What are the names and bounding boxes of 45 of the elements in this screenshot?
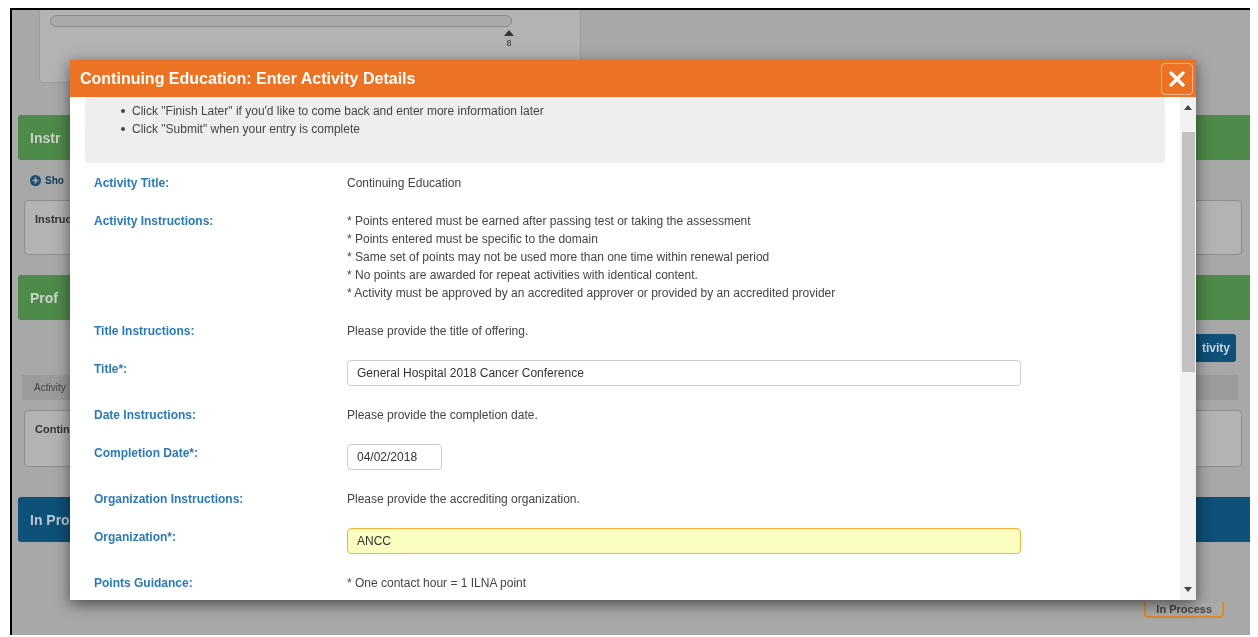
field-text: Please provide the title of offering.: [347, 323, 530, 340]
field-label: Activity Title:: [94, 175, 171, 192]
show-link[interactable]: Sho: [45, 174, 64, 186]
dialog-title: Continuing Education: Enter Activity Details: [80, 69, 416, 88]
section-title: Prof: [30, 289, 58, 306]
column-header: Activity: [34, 382, 66, 393]
field-label: Organization Instructions:: [94, 491, 245, 508]
field-text: * Points entered must be specific to the domain: [347, 231, 599, 248]
field-label: Organization*:: [94, 529, 177, 546]
scroll-down-icon[interactable]: [1184, 587, 1192, 592]
scroll-thumb[interactable]: [1181, 132, 1195, 372]
field-label: Activity Instructions:: [94, 213, 215, 230]
field-text: Continuing Education: [347, 175, 463, 192]
input-field[interactable]: ANCC: [347, 528, 1021, 554]
field-text: * One contact hour = 1 ILNA point: [347, 575, 528, 592]
triangle-marker-icon: [504, 30, 514, 36]
input-field[interactable]: General Hospital 2018 Cancer Conference: [347, 360, 1021, 386]
section-title: Instr: [30, 129, 61, 146]
field-label: Date Instructions:: [94, 407, 197, 424]
field-text: * Same set of points may not be used more than one time within renewal period: [347, 249, 771, 266]
field-text: Please provide the completion date.: [347, 407, 539, 424]
field-text: Please provide the accrediting organization.: [347, 491, 581, 508]
status-button[interactable]: In Process: [1144, 602, 1224, 618]
section-title: In Pro: [30, 511, 70, 528]
close-button[interactable]: [1161, 62, 1193, 95]
close-icon[interactable]: [1169, 70, 1185, 87]
field-label: Title Instructions:: [94, 323, 196, 340]
plus-circle-icon: [30, 174, 41, 186]
field-text: * Activity must be approved by an accredited approver or provided by an accredited provider: [347, 285, 837, 302]
bullet-icon: [121, 109, 125, 113]
field-label: Title*:: [94, 361, 129, 378]
field-label: Completion Date*:: [94, 445, 199, 462]
field-text: * No points are awarded for repeat activities with identical content.: [347, 267, 699, 284]
slider-tick-label: 8: [506, 38, 512, 48]
card-text: Contin: [35, 423, 70, 435]
add-activity-button[interactable]: tivity: [1196, 333, 1236, 362]
card-text: Instruc: [35, 213, 72, 225]
scroll-up-icon[interactable]: [1184, 105, 1192, 110]
field-label: Points Guidance:: [94, 575, 194, 592]
field-text: * Points entered must be earned after passing test or taking the assessment: [347, 213, 752, 230]
scrollbar[interactable]: [1180, 97, 1196, 600]
note-text: Click "Submit" when your entry is complete: [132, 121, 360, 138]
note-text: Click "Finish Later" if you'd like to come back and enter more information later: [132, 103, 544, 120]
bullet-icon: [121, 127, 125, 131]
input-field[interactable]: 04/02/2018: [347, 444, 442, 470]
